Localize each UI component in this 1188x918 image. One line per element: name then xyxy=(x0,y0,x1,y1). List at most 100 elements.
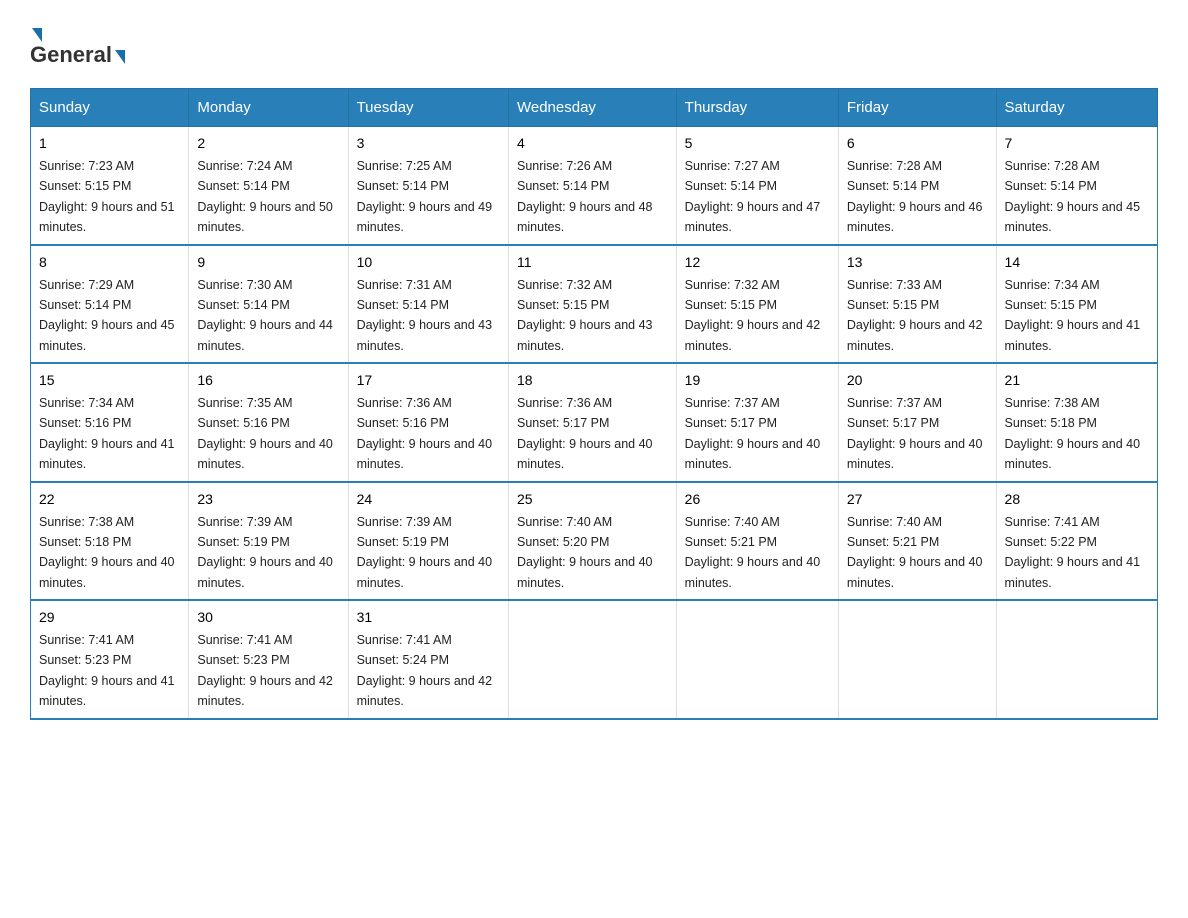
day-number: 15 xyxy=(39,370,180,391)
calendar-cell: 17 Sunrise: 7:36 AMSunset: 5:16 PMDayligh… xyxy=(348,363,508,482)
day-info: Sunrise: 7:41 AMSunset: 5:22 PMDaylight:… xyxy=(1005,515,1141,590)
day-number: 24 xyxy=(357,489,500,510)
day-info: Sunrise: 7:40 AMSunset: 5:20 PMDaylight:… xyxy=(517,515,653,590)
calendar-cell: 21 Sunrise: 7:38 AMSunset: 5:18 PMDayligh… xyxy=(996,363,1157,482)
day-info: Sunrise: 7:29 AMSunset: 5:14 PMDaylight:… xyxy=(39,278,175,353)
day-number: 28 xyxy=(1005,489,1149,510)
calendar-cell: 23 Sunrise: 7:39 AMSunset: 5:19 PMDayligh… xyxy=(189,482,348,601)
calendar-cell: 13Sunrise: 7:33 AMSunset: 5:15 PMDayligh… xyxy=(838,245,996,364)
day-info: Sunrise: 7:38 AMSunset: 5:18 PMDaylight:… xyxy=(1005,396,1141,471)
day-info: Sunrise: 7:30 AMSunset: 5:14 PMDaylight:… xyxy=(197,278,333,353)
header-monday: Monday xyxy=(189,89,348,127)
calendar-week-row: 22 Sunrise: 7:38 AMSunset: 5:18 PMDayligh… xyxy=(31,482,1158,601)
day-number: 3 xyxy=(357,133,500,154)
day-info: Sunrise: 7:41 AMSunset: 5:24 PMDaylight:… xyxy=(357,633,493,708)
day-number: 11 xyxy=(517,252,668,273)
day-info: Sunrise: 7:37 AMSunset: 5:17 PMDaylight:… xyxy=(847,396,983,471)
calendar-cell: 14Sunrise: 7:34 AMSunset: 5:15 PMDayligh… xyxy=(996,245,1157,364)
calendar-cell xyxy=(508,600,676,719)
calendar-week-row: 29 Sunrise: 7:41 AMSunset: 5:23 PMDayligh… xyxy=(31,600,1158,719)
day-info: Sunrise: 7:27 AMSunset: 5:14 PMDaylight:… xyxy=(685,159,821,234)
day-info: Sunrise: 7:32 AMSunset: 5:15 PMDaylight:… xyxy=(517,278,653,353)
calendar-cell xyxy=(838,600,996,719)
day-number: 7 xyxy=(1005,133,1149,154)
logo-arrow-icon2 xyxy=(115,50,125,64)
day-number: 23 xyxy=(197,489,339,510)
day-number: 2 xyxy=(197,133,339,154)
calendar-week-row: 15 Sunrise: 7:34 AMSunset: 5:16 PMDayligh… xyxy=(31,363,1158,482)
day-number: 1 xyxy=(39,133,180,154)
calendar-cell: 9Sunrise: 7:30 AMSunset: 5:14 PMDaylight… xyxy=(189,245,348,364)
day-number: 29 xyxy=(39,607,180,628)
day-number: 10 xyxy=(357,252,500,273)
header-sunday: Sunday xyxy=(31,89,189,127)
calendar-cell: 12Sunrise: 7:32 AMSunset: 5:15 PMDayligh… xyxy=(676,245,838,364)
calendar-cell: 7 Sunrise: 7:28 AMSunset: 5:14 PMDaylight… xyxy=(996,127,1157,245)
day-info: Sunrise: 7:39 AMSunset: 5:19 PMDaylight:… xyxy=(357,515,493,590)
day-number: 13 xyxy=(847,252,988,273)
header-thursday: Thursday xyxy=(676,89,838,127)
page-header: General xyxy=(30,20,1158,68)
day-number: 20 xyxy=(847,370,988,391)
header-friday: Friday xyxy=(838,89,996,127)
day-number: 25 xyxy=(517,489,668,510)
calendar-cell: 29 Sunrise: 7:41 AMSunset: 5:23 PMDayligh… xyxy=(31,600,189,719)
calendar-header-row: SundayMondayTuesdayWednesdayThursdayFrid… xyxy=(31,89,1158,127)
calendar-cell: 26 Sunrise: 7:40 AMSunset: 5:21 PMDayligh… xyxy=(676,482,838,601)
calendar-cell: 28 Sunrise: 7:41 AMSunset: 5:22 PMDayligh… xyxy=(996,482,1157,601)
day-info: Sunrise: 7:40 AMSunset: 5:21 PMDaylight:… xyxy=(685,515,821,590)
calendar-cell: 18Sunrise: 7:36 AMSunset: 5:17 PMDayligh… xyxy=(508,363,676,482)
day-info: Sunrise: 7:26 AMSunset: 5:14 PMDaylight:… xyxy=(517,159,653,234)
day-number: 26 xyxy=(685,489,830,510)
day-info: Sunrise: 7:32 AMSunset: 5:15 PMDaylight:… xyxy=(685,278,821,353)
calendar-cell: 10Sunrise: 7:31 AMSunset: 5:14 PMDayligh… xyxy=(348,245,508,364)
calendar-cell: 20 Sunrise: 7:37 AMSunset: 5:17 PMDayligh… xyxy=(838,363,996,482)
calendar-cell: 25 Sunrise: 7:40 AMSunset: 5:20 PMDayligh… xyxy=(508,482,676,601)
logo-general-line2: General xyxy=(30,42,112,68)
calendar-cell: 5 Sunrise: 7:27 AMSunset: 5:14 PMDaylight… xyxy=(676,127,838,245)
calendar-cell: 22 Sunrise: 7:38 AMSunset: 5:18 PMDayligh… xyxy=(31,482,189,601)
calendar-cell: 8 Sunrise: 7:29 AMSunset: 5:14 PMDaylight… xyxy=(31,245,189,364)
day-info: Sunrise: 7:39 AMSunset: 5:19 PMDaylight:… xyxy=(197,515,333,590)
day-info: Sunrise: 7:34 AMSunset: 5:16 PMDaylight:… xyxy=(39,396,175,471)
day-number: 31 xyxy=(357,607,500,628)
calendar-week-row: 8 Sunrise: 7:29 AMSunset: 5:14 PMDaylight… xyxy=(31,245,1158,364)
day-info: Sunrise: 7:41 AMSunset: 5:23 PMDaylight:… xyxy=(39,633,175,708)
calendar-cell: 15 Sunrise: 7:34 AMSunset: 5:16 PMDayligh… xyxy=(31,363,189,482)
day-info: Sunrise: 7:36 AMSunset: 5:16 PMDaylight:… xyxy=(357,396,493,471)
calendar-cell: 2 Sunrise: 7:24 AMSunset: 5:14 PMDaylight… xyxy=(189,127,348,245)
day-number: 21 xyxy=(1005,370,1149,391)
day-number: 17 xyxy=(357,370,500,391)
logo: General xyxy=(30,20,127,68)
calendar-cell xyxy=(676,600,838,719)
day-number: 8 xyxy=(39,252,180,273)
day-number: 22 xyxy=(39,489,180,510)
day-info: Sunrise: 7:40 AMSunset: 5:21 PMDaylight:… xyxy=(847,515,983,590)
day-number: 27 xyxy=(847,489,988,510)
day-info: Sunrise: 7:24 AMSunset: 5:14 PMDaylight:… xyxy=(197,159,333,234)
calendar-cell: 4Sunrise: 7:26 AMSunset: 5:14 PMDaylight… xyxy=(508,127,676,245)
day-info: Sunrise: 7:25 AMSunset: 5:14 PMDaylight:… xyxy=(357,159,493,234)
calendar-cell: 16 Sunrise: 7:35 AMSunset: 5:16 PMDayligh… xyxy=(189,363,348,482)
day-info: Sunrise: 7:28 AMSunset: 5:14 PMDaylight:… xyxy=(847,159,983,234)
day-number: 19 xyxy=(685,370,830,391)
calendar-cell: 6Sunrise: 7:28 AMSunset: 5:14 PMDaylight… xyxy=(838,127,996,245)
calendar-cell: 31 Sunrise: 7:41 AMSunset: 5:24 PMDayligh… xyxy=(348,600,508,719)
calendar-cell: 3 Sunrise: 7:25 AMSunset: 5:14 PMDaylight… xyxy=(348,127,508,245)
day-number: 16 xyxy=(197,370,339,391)
day-info: Sunrise: 7:36 AMSunset: 5:17 PMDaylight:… xyxy=(517,396,653,471)
day-info: Sunrise: 7:28 AMSunset: 5:14 PMDaylight:… xyxy=(1005,159,1141,234)
calendar-cell: 24 Sunrise: 7:39 AMSunset: 5:19 PMDayligh… xyxy=(348,482,508,601)
calendar-cell: 30Sunrise: 7:41 AMSunset: 5:23 PMDayligh… xyxy=(189,600,348,719)
day-info: Sunrise: 7:37 AMSunset: 5:17 PMDaylight:… xyxy=(685,396,821,471)
calendar-table: SundayMondayTuesdayWednesdayThursdayFrid… xyxy=(30,88,1158,720)
day-info: Sunrise: 7:35 AMSunset: 5:16 PMDaylight:… xyxy=(197,396,333,471)
day-info: Sunrise: 7:41 AMSunset: 5:23 PMDaylight:… xyxy=(197,633,333,708)
day-info: Sunrise: 7:23 AMSunset: 5:15 PMDaylight:… xyxy=(39,159,175,234)
calendar-cell xyxy=(996,600,1157,719)
day-number: 14 xyxy=(1005,252,1149,273)
day-info: Sunrise: 7:38 AMSunset: 5:18 PMDaylight:… xyxy=(39,515,175,590)
logo-arrow-icon xyxy=(32,28,42,42)
day-number: 5 xyxy=(685,133,830,154)
header-wednesday: Wednesday xyxy=(508,89,676,127)
